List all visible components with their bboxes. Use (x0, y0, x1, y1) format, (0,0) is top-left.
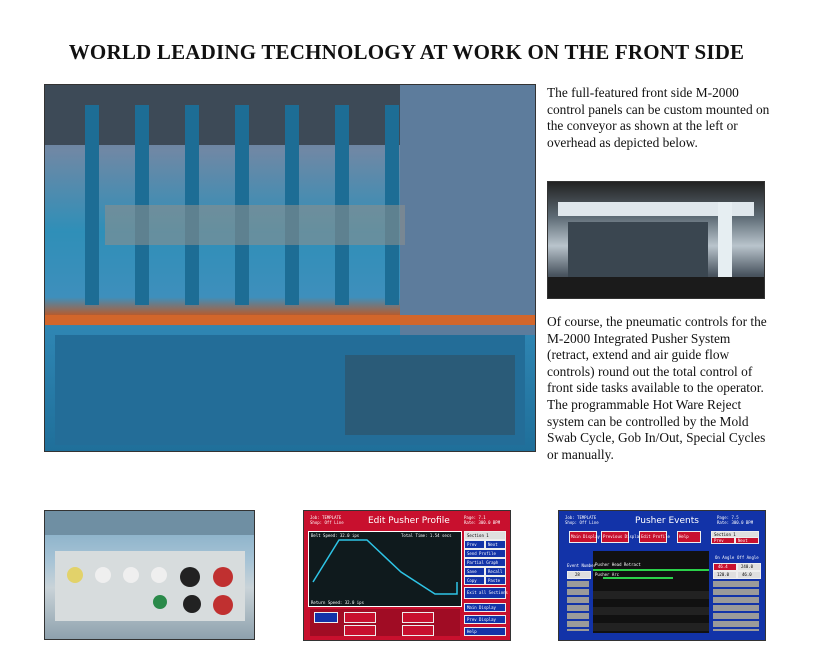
profile-graph: Belt Speed: 32.0 ips Total Time: 1.54 se… (308, 531, 462, 607)
prev-button[interactable]: Prev (711, 537, 735, 544)
exit-all-sections-button[interactable]: Exit all Sections (464, 587, 508, 599)
pusher-events-screen: Job: TEMPLATE Shop: Off Line Pusher Even… (558, 510, 766, 641)
paste-button[interactable]: Paste (485, 576, 506, 585)
recall-button[interactable]: Recall (485, 567, 506, 576)
main-display-button[interactable]: Main Display (569, 531, 600, 543)
page-heading: WORLD LEADING TECHNOLOGY AT WORK ON THE … (68, 40, 745, 64)
rate-label: Rate: 300.0 BPM (464, 520, 501, 525)
control-panel-closeup-photo (44, 510, 255, 640)
partial-graph-button[interactable]: Partial Graph (464, 558, 506, 567)
next-button[interactable]: Next (735, 537, 759, 544)
screen-title: Pusher Events (635, 516, 699, 526)
previous-display-button[interactable]: Previous Display (601, 531, 642, 543)
overhead-panels-photo (547, 181, 765, 299)
off-angle-field[interactable]: 240.0 (737, 563, 761, 571)
pusher-arc-label: Pusher Arc (595, 572, 620, 577)
on-angle-field-2[interactable]: 120.0 (713, 571, 737, 579)
pneumatic-controls-paragraph: Of course, the pneumatic controls for th… (547, 314, 767, 462)
event-number-label: Event Number (567, 563, 596, 568)
belt-speed-field[interactable] (402, 612, 434, 623)
save-button[interactable]: Save (464, 567, 485, 576)
speed-field[interactable] (344, 612, 376, 623)
return-speed-field[interactable] (344, 625, 376, 636)
main-display-button[interactable]: Main Display (464, 603, 506, 612)
profile-field[interactable] (314, 612, 338, 623)
prev-button[interactable]: Prev (464, 540, 485, 549)
shop-label: Shop: Off Line (310, 520, 344, 525)
belt-speed-label: Belt Speed: 32.0 ips (311, 533, 360, 538)
copy-button[interactable]: Copy (464, 576, 485, 585)
help-button[interactable]: Help (464, 627, 506, 636)
pusher-head-retract-label: Pusher Head Retract (595, 562, 641, 567)
full-speed-field[interactable] (402, 625, 434, 636)
intro-paragraph: The full-featured front side M-2000 cont… (547, 85, 770, 150)
edit-pusher-profile-screen: Job: TEMPLATE Shop: Off Line Edit Pusher… (303, 510, 511, 641)
off-angle-label: Off Angle (737, 555, 759, 560)
on-angle-label: On Angle (715, 555, 735, 560)
rate-label: Rate: 300.0 BPM (717, 520, 754, 525)
total-time-label: Total Time: 1.54 secs (401, 533, 452, 538)
help-button[interactable]: Help (677, 531, 701, 543)
event-timeline: Pusher Head Retract Pusher Arc (593, 551, 709, 633)
off-angle-field-2[interactable]: 46.0 (737, 571, 761, 579)
shop-label: Shop: Off Line (565, 520, 599, 525)
section-button[interactable]: Section 1 (464, 531, 506, 540)
next-button[interactable]: Next (485, 540, 506, 549)
on-angle-field[interactable]: 46.4 (713, 563, 737, 571)
event-number-field[interactable]: 28 (567, 571, 591, 579)
prev-display-button[interactable]: Prev Display (464, 615, 506, 624)
edit-profile-button[interactable]: Edit Profile (639, 531, 670, 543)
front-side-machine-photo (44, 84, 536, 452)
return-speed-label: Return Speed: 32.0 ips (311, 600, 364, 605)
send-profile-button[interactable]: Send Profile (464, 549, 506, 558)
screen-title: Edit Pusher Profile (368, 516, 450, 526)
